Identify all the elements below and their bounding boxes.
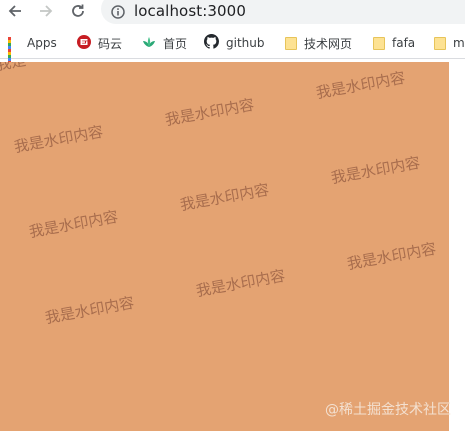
bookmarks-bar: Apps 码云 首页 github 技术网页 fafa m (0, 28, 465, 64)
browser-toolbar: localhost:3000 (0, 0, 465, 26)
forward-arrow-icon (40, 5, 53, 17)
folder-icon (434, 36, 446, 50)
watermark-text: 我是水印内容 (329, 153, 422, 188)
bookmark-label: Apps (27, 36, 57, 50)
bookmark-tech-pages[interactable]: 技术网页 (285, 35, 352, 51)
bookmark-label: m (453, 36, 465, 50)
page-content: 我是 我是水印内容 我是水印内容 我是水印内容 我是水印内容 我是水印内容 我是… (0, 62, 449, 431)
corner-watermark: @稀土掘金技术社区 (325, 402, 451, 418)
bookmark-m[interactable]: m (434, 35, 465, 51)
address-url[interactable]: localhost:3000 (134, 2, 246, 20)
bookmark-apps[interactable]: Apps (8, 35, 57, 64)
watermark-text: 我是水印内容 (12, 122, 105, 157)
watermark-text: 我是水印内容 (27, 207, 120, 242)
bookmark-home[interactable]: 首页 (142, 35, 187, 51)
watermark-text: 我是水印内容 (194, 266, 287, 301)
bookmark-gitee[interactable]: 码云 (77, 34, 123, 52)
reload-icon (72, 4, 84, 17)
folder-icon (285, 36, 297, 50)
bookmark-label: fafa (392, 36, 416, 50)
gitee-icon (77, 34, 91, 52)
github-icon (204, 34, 219, 52)
reload-button[interactable] (67, 0, 89, 22)
watermark-text: 我是水印内容 (163, 95, 256, 130)
bookmark-label: github (226, 36, 265, 50)
bookmark-fafa[interactable]: fafa (373, 35, 415, 51)
folder-icon (373, 36, 385, 50)
watermark-text: 我是水印内容 (314, 68, 407, 103)
leaf-icon (142, 35, 156, 52)
watermark-text: 我是 (0, 62, 28, 75)
back-button[interactable] (4, 0, 26, 22)
address-bar[interactable]: localhost:3000 (101, 0, 465, 24)
watermark-text: 我是水印内容 (345, 239, 438, 274)
page-scroll-gutter (449, 62, 465, 431)
forward-button[interactable] (35, 0, 57, 22)
info-icon[interactable] (111, 4, 125, 23)
apps-grid-icon (8, 37, 20, 64)
bookmark-label: 首页 (163, 36, 188, 51)
bookmark-github[interactable]: github (204, 34, 265, 52)
watermark-text: 我是水印内容 (43, 293, 136, 328)
bookmark-label: 技术网页 (304, 36, 353, 51)
watermark-text: 我是水印内容 (178, 180, 271, 215)
back-arrow-icon (8, 5, 21, 17)
bookmark-label: 码云 (98, 36, 123, 51)
